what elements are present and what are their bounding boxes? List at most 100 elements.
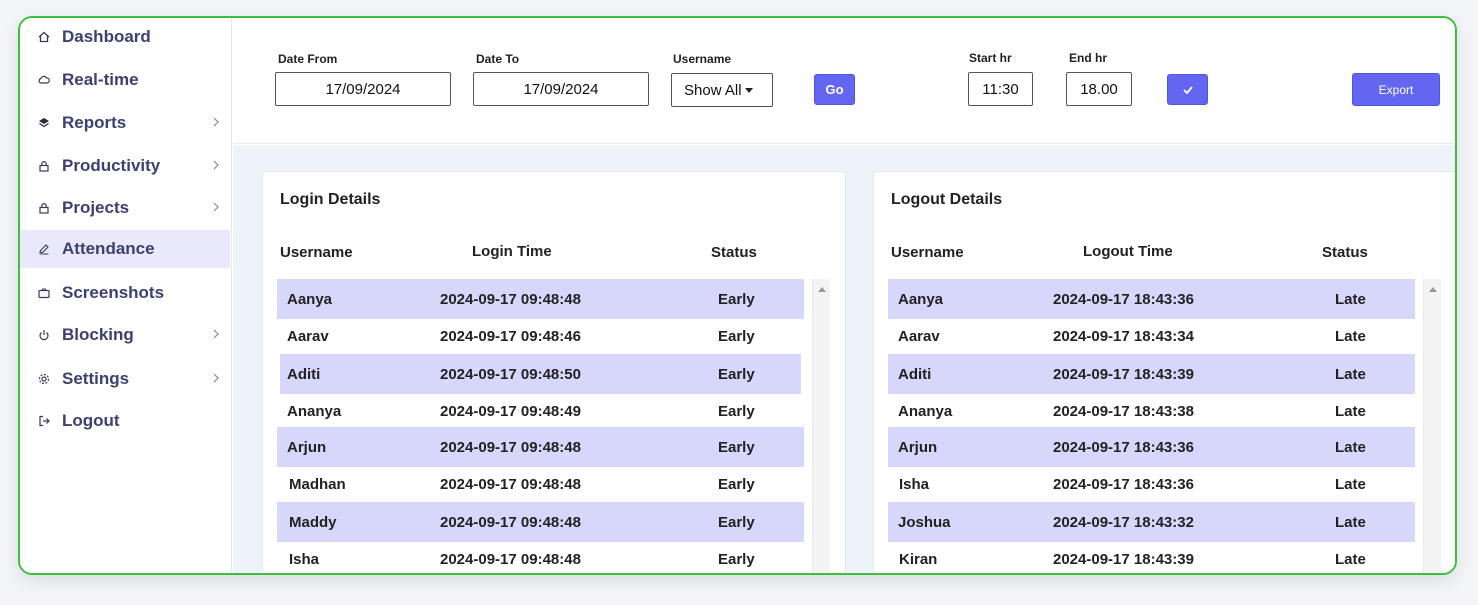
lock-icon (37, 201, 51, 215)
date-from-input[interactable]: 17/09/2024 (275, 72, 451, 106)
cell-status: Late (1335, 514, 1366, 531)
cell-username: Aarav (898, 328, 940, 345)
end-hr-input[interactable]: 18.00 (1066, 72, 1132, 106)
confirm-hours-button[interactable] (1167, 74, 1208, 105)
panel-title: Logout Details (891, 191, 1003, 208)
cell-login-time: 2024-09-17 09:48:49 (440, 403, 581, 420)
sidebar-item-label: Productivity (62, 156, 161, 175)
cell-status: Early (718, 403, 755, 420)
go-button[interactable]: Go (814, 74, 855, 105)
sidebar-item-label: Dashboard (62, 27, 151, 46)
cell-login-time: 2024-09-17 09:48:48 (440, 514, 581, 531)
table-row[interactable]: Ananya 2024-09-17 09:48:49 Early (277, 391, 804, 431)
sidebar-item-label: Projects (62, 198, 130, 217)
export-button[interactable]: Export (1352, 73, 1440, 106)
caret-down-icon (744, 87, 753, 93)
cell-status: Late (1335, 366, 1366, 383)
scroll-up-arrow-icon[interactable] (818, 287, 826, 292)
cell-logout-time: 2024-09-17 18:43:38 (1053, 403, 1194, 420)
username-select[interactable]: Show All (671, 73, 773, 107)
table-row[interactable]: Aanya 2024-09-17 09:48:48 Early (277, 279, 804, 319)
table-row[interactable]: Aarav 2024-09-17 09:48:46 Early (277, 316, 804, 356)
sidebar-item-label: Real-time (62, 70, 139, 89)
table-row[interactable]: Aanya 2024-09-17 18:43:36 Late (888, 279, 1415, 319)
table-row[interactable]: Kiran 2024-09-17 18:43:39 Late (888, 539, 1415, 573)
cell-logout-time: 2024-09-17 18:43:39 (1053, 551, 1194, 568)
start-hr-input[interactable]: 11:30 (968, 72, 1033, 106)
sidebar: Dashboard Real-time Reports Productivity (20, 18, 232, 573)
cloud-icon (37, 73, 51, 87)
table-row[interactable]: Maddy 2024-09-17 09:48:48 Early (277, 502, 804, 542)
column-header-status: Status (1322, 244, 1368, 261)
cell-status: Late (1335, 291, 1366, 308)
table-row[interactable]: Isha 2024-09-17 09:48:48 Early (277, 539, 804, 573)
date-from-label: Date From (278, 52, 338, 66)
sidebar-item-dashboard[interactable]: Dashboard (20, 18, 230, 56)
cell-username: Joshua (898, 514, 951, 531)
table-row[interactable]: Aditi 2024-09-17 09:48:50 Early (280, 354, 801, 394)
cell-status: Early (718, 439, 755, 456)
cell-logout-time: 2024-09-17 18:43:39 (1053, 366, 1194, 383)
cell-status: Late (1335, 439, 1366, 456)
cell-username: Aanya (898, 291, 944, 308)
sidebar-item-logout[interactable]: Logout (20, 402, 230, 440)
table-row[interactable]: Aditi 2024-09-17 18:43:39 Late (888, 354, 1415, 394)
home-icon (37, 30, 51, 44)
start-hr-label: Start hr (969, 51, 1012, 65)
table-row[interactable]: Joshua 2024-09-17 18:43:32 Late (888, 502, 1415, 542)
cell-status: Late (1335, 476, 1366, 493)
username-select-value: Show All (684, 81, 742, 99)
login-table-scrollbar[interactable] (812, 279, 830, 573)
cell-logout-time: 2024-09-17 18:43:36 (1053, 476, 1194, 493)
table-row[interactable]: Isha 2024-09-17 18:43:36 Late (888, 464, 1415, 504)
power-icon (37, 328, 51, 342)
sidebar-item-label: Attendance (62, 239, 155, 258)
logout-icon (37, 414, 51, 428)
column-header-logout-time: Logout Time (1083, 243, 1173, 260)
cell-username: Madhan (289, 476, 346, 493)
sidebar-item-real-time[interactable]: Real-time (20, 61, 230, 99)
scroll-up-arrow-icon[interactable] (1429, 287, 1437, 292)
sidebar-item-screenshots[interactable]: Screenshots (20, 274, 230, 312)
cell-username: Isha (289, 551, 320, 568)
lock-icon (37, 159, 51, 173)
cell-logout-time: 2024-09-17 18:43:34 (1053, 328, 1194, 345)
chevron-right-icon (212, 200, 220, 212)
table-row[interactable]: Ananya 2024-09-17 18:43:38 Late (888, 391, 1415, 431)
table-row[interactable]: Arjun 2024-09-17 18:43:36 Late (888, 427, 1415, 467)
date-to-input[interactable]: 17/09/2024 (473, 72, 649, 106)
cell-username: Aditi (287, 366, 321, 383)
attendance-content: Login Details Username Login Time Status… (233, 145, 1455, 573)
cell-login-time: 2024-09-17 09:48:48 (440, 476, 581, 493)
cell-status: Early (718, 366, 755, 383)
cell-username: Isha (899, 476, 930, 493)
table-row[interactable]: Arjun 2024-09-17 09:48:48 Early (277, 427, 804, 467)
sidebar-item-settings[interactable]: Settings (20, 360, 230, 398)
sidebar-item-attendance[interactable]: Attendance (20, 230, 230, 268)
sidebar-item-projects[interactable]: Projects (20, 189, 230, 227)
table-row[interactable]: Aarav 2024-09-17 18:43:34 Late (888, 316, 1415, 356)
sidebar-item-label: Blocking (62, 325, 134, 344)
sidebar-item-reports[interactable]: Reports (20, 104, 230, 142)
app-window: Dashboard Real-time Reports Productivity (18, 16, 1457, 575)
sidebar-item-blocking[interactable]: Blocking (20, 316, 230, 354)
pen-icon (37, 242, 51, 256)
panel-title: Login Details (280, 191, 381, 208)
cell-status: Early (718, 291, 755, 308)
filter-bar: Date From 17/09/2024 Date To 17/09/2024 … (233, 18, 1455, 144)
logout-table-scrollbar[interactable] (1423, 279, 1441, 573)
gear-icon (37, 372, 51, 386)
cell-login-time: 2024-09-17 09:48:50 (440, 366, 581, 383)
cell-username: Maddy (289, 514, 337, 531)
cell-username: Ananya (287, 403, 342, 420)
cell-username: Ananya (898, 403, 953, 420)
sidebar-item-label: Settings (62, 369, 130, 388)
column-header-username: Username (280, 244, 353, 261)
sidebar-item-productivity[interactable]: Productivity (20, 147, 230, 185)
cell-login-time: 2024-09-17 09:48:48 (440, 551, 581, 568)
login-details-panel: Login Details Username Login Time Status… (262, 171, 846, 573)
cell-status: Early (718, 476, 755, 493)
cell-status: Late (1335, 551, 1366, 568)
table-row[interactable]: Madhan 2024-09-17 09:48:48 Early (277, 464, 804, 504)
sidebar-item-label: Reports (62, 113, 127, 132)
